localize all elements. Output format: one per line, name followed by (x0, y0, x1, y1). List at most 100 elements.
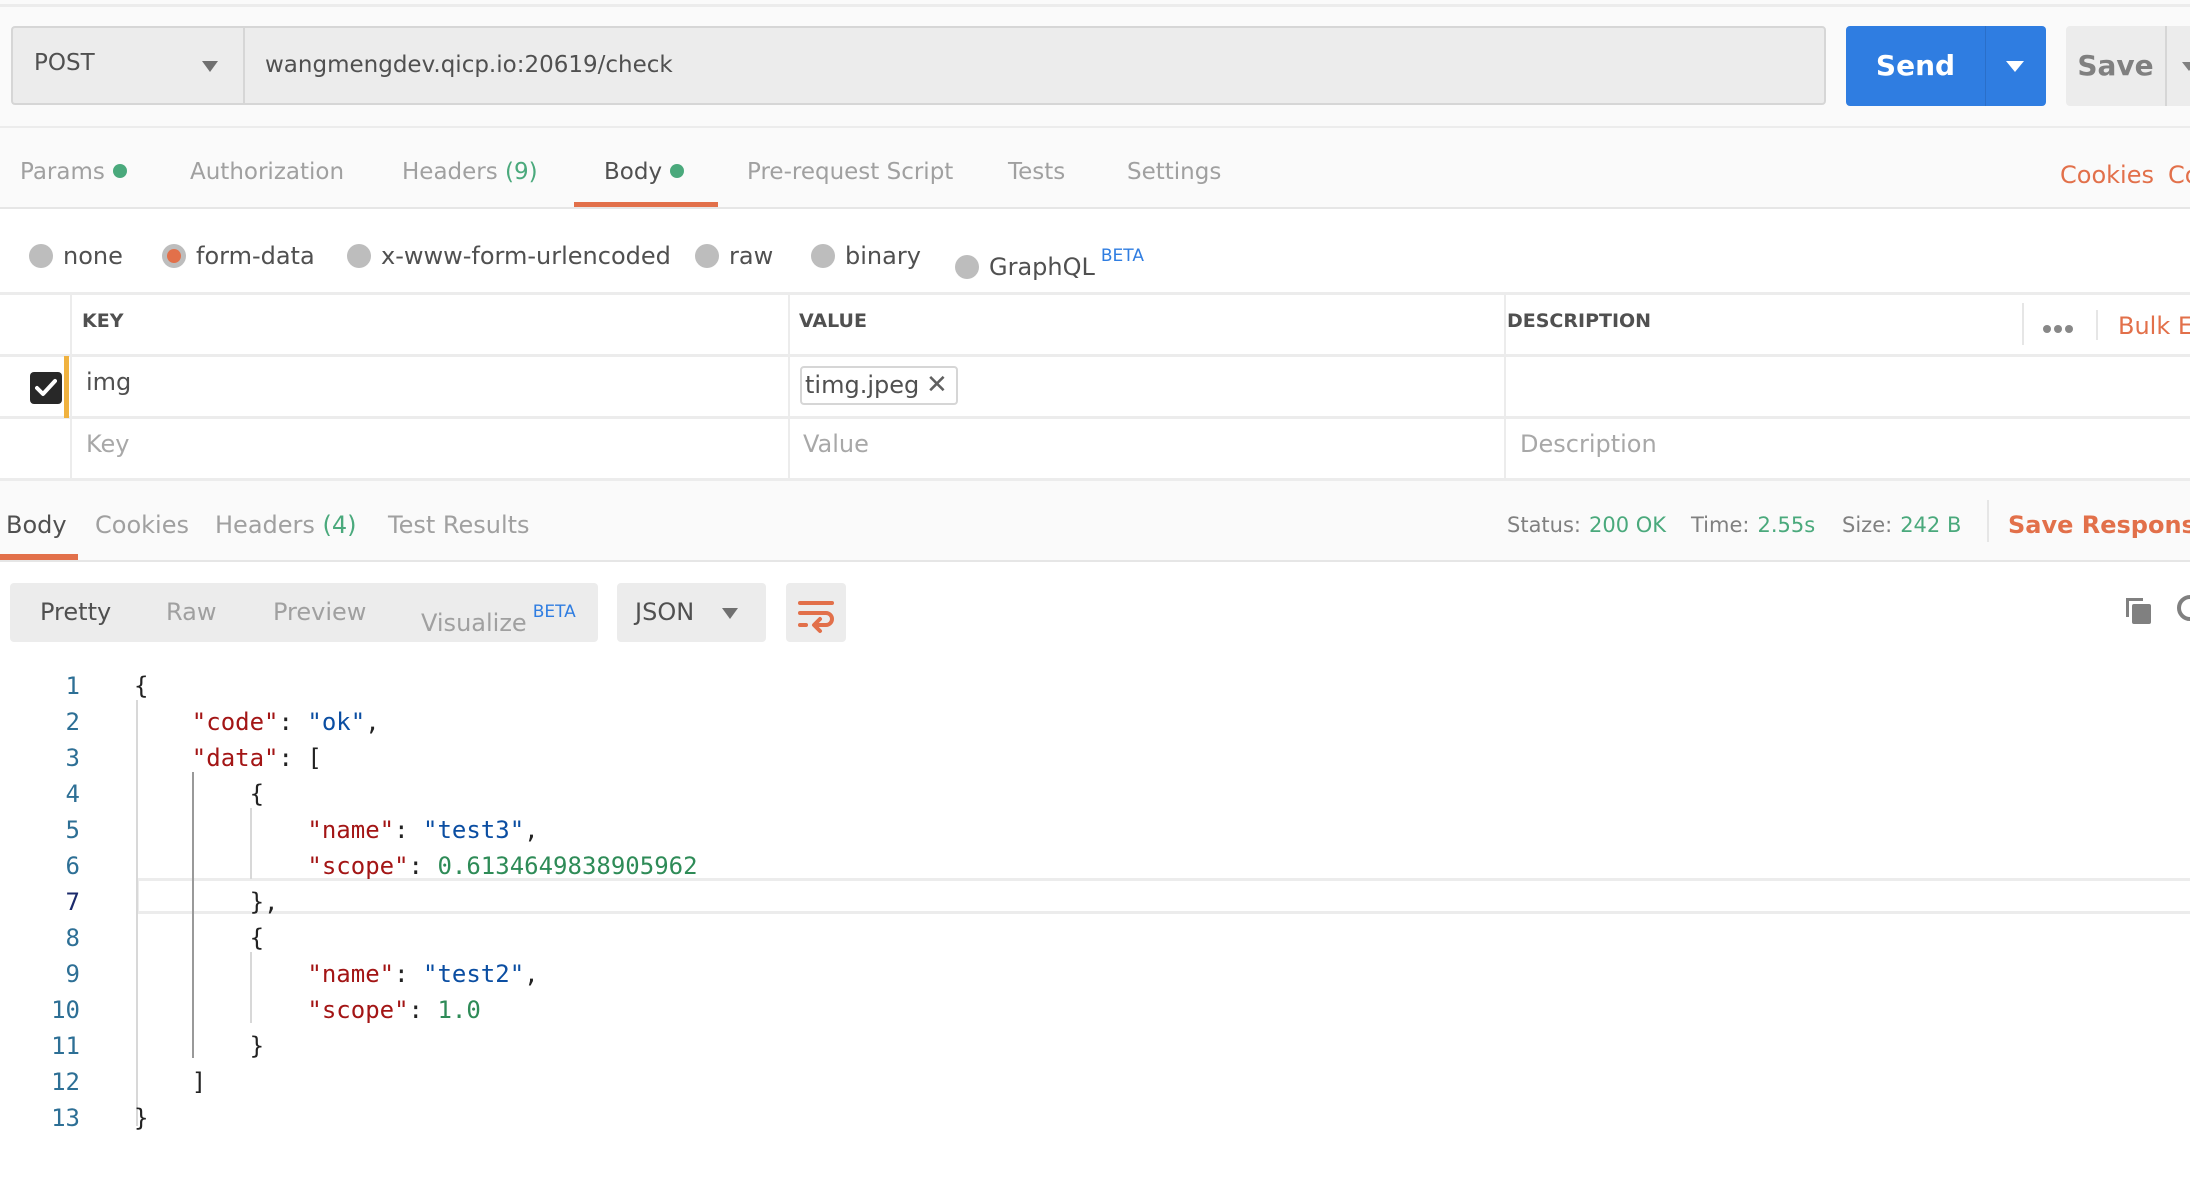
json-key: "code" (191, 708, 279, 736)
radio-label: x-www-form-urlencoded (381, 242, 671, 270)
size-readout: Size: 242 B (1842, 505, 1961, 545)
row-checkbox[interactable] (30, 372, 62, 404)
size-value: 242 B (1900, 513, 1962, 537)
code-line: 7 }, (0, 884, 2190, 920)
row-edit-marker (64, 356, 69, 418)
send-options-chevron-icon[interactable] (2006, 61, 2024, 72)
save-divider (2165, 26, 2167, 106)
json-punctuation: { (134, 672, 149, 700)
table-border (0, 478, 2190, 481)
save-options-chevron-icon[interactable] (2182, 62, 2190, 71)
send-button-group: Send (1846, 26, 2046, 106)
tab-params[interactable]: Params (20, 152, 127, 192)
description-cell[interactable] (1507, 368, 2187, 404)
radio-form-data[interactable]: form-data (162, 236, 315, 276)
code-line: 2 "code": "ok", (0, 704, 2190, 740)
url-input[interactable]: wangmengdev.qicp.io:20619/check (243, 26, 1826, 105)
line-number: 7 (65, 888, 80, 916)
line-number: 1 (65, 672, 80, 700)
checkmark-icon (35, 379, 57, 396)
json-key: "data" (191, 744, 279, 772)
tab-body[interactable]: Body (604, 152, 685, 192)
response-tab-body[interactable]: Body (6, 505, 67, 545)
code-link[interactable]: Code (2168, 155, 2190, 195)
view-pretty[interactable]: Pretty (40, 583, 111, 642)
code-line: 9 "name": "test2", (0, 956, 2190, 992)
radio-circle-icon (695, 244, 719, 268)
json-punctuation: , (524, 816, 539, 844)
description-input[interactable]: Description (1520, 430, 1657, 458)
headers-count: (9) (505, 159, 538, 185)
format-select[interactable]: JSON (617, 583, 766, 642)
code-text: "code": "ok", (134, 704, 380, 740)
json-punctuation: { (249, 924, 265, 952)
search-icon[interactable] (2174, 594, 2190, 630)
radio-x-www-form-urlencoded[interactable]: x-www-form-urlencoded (347, 236, 671, 276)
size-label: Size: (1842, 513, 1893, 537)
line-number: 3 (65, 744, 80, 772)
radio-none[interactable]: none (29, 236, 123, 276)
response-tab-cookies[interactable]: Cookies (95, 505, 189, 545)
json-string: "test3" (423, 816, 525, 844)
radio-selected-icon (162, 244, 186, 268)
beta-badge: BETA (1100, 246, 1144, 266)
response-tab-headers[interactable]: Headers (4) (215, 505, 357, 545)
json-punctuation: } (249, 1032, 265, 1060)
radio-label: GraphQL (989, 253, 1095, 281)
cookies-link[interactable]: Cookies (2060, 155, 2154, 195)
time-value: 2.55s (1757, 513, 1816, 537)
line-number: 13 (51, 1104, 80, 1132)
json-punctuation: , (365, 708, 380, 736)
json-key: "scope" (307, 852, 409, 880)
tab-label: Headers (402, 159, 498, 185)
save-response-button[interactable]: Save Response (2008, 505, 2190, 545)
more-options-icon[interactable] (2043, 318, 2083, 334)
table-col-border (70, 294, 72, 480)
chevron-down-icon (722, 608, 738, 619)
view-visualize[interactable]: Visualize BETA (421, 583, 576, 642)
wrap-lines-button[interactable] (786, 583, 846, 642)
radio-raw[interactable]: raw (695, 236, 773, 276)
tab-label: Tests (1008, 159, 1066, 185)
tab-pre-request-script[interactable]: Pre-request Script (747, 152, 953, 192)
save-button-group: Save (2066, 26, 2190, 106)
radio-label: form-data (196, 242, 315, 270)
code-line: 8 { (0, 920, 2190, 956)
line-number: 12 (51, 1068, 80, 1096)
code-line: 13} (0, 1100, 2190, 1136)
json-string: "test2" (423, 960, 525, 988)
method-select[interactable]: POST (11, 26, 244, 105)
save-button[interactable]: Save (2066, 26, 2165, 106)
send-divider (1985, 26, 1986, 106)
response-tab-test-results[interactable]: Test Results (388, 505, 530, 545)
json-key: "name" (307, 816, 395, 844)
view-raw[interactable]: Raw (166, 583, 216, 642)
key-cell[interactable]: img (86, 368, 131, 396)
remove-file-icon[interactable]: ✕ (926, 368, 948, 403)
radio-graphql[interactable]: GraphQL BETA (955, 236, 1144, 281)
json-punctuation: ] (191, 1068, 207, 1096)
tab-settings[interactable]: Settings (1127, 152, 1221, 192)
table-col-border (1504, 294, 1506, 480)
radio-circle-icon (811, 244, 835, 268)
response-code-view[interactable]: 1{2 "code": "ok", 3 "data": [4 {5 "name":… (0, 662, 2190, 1136)
copy-icon[interactable] (2123, 595, 2153, 629)
code-line: 4 { (0, 776, 2190, 812)
json-punctuation: : (394, 960, 423, 988)
view-preview[interactable]: Preview (273, 583, 366, 642)
json-punctuation: { (249, 780, 265, 808)
send-button[interactable]: Send (1846, 26, 1985, 106)
tab-headers[interactable]: Headers (9) (402, 152, 538, 192)
radio-label: none (63, 242, 123, 270)
status-readout: Status: 200 OK (1507, 505, 1666, 545)
key-input[interactable]: Key (86, 430, 130, 458)
tab-authorization[interactable]: Authorization (190, 152, 344, 192)
line-number: 9 (65, 960, 80, 988)
bulk-edit-link[interactable]: Bulk Edit (2118, 312, 2190, 340)
value-input[interactable]: Value (803, 430, 869, 458)
column-header-key: KEY (82, 310, 124, 332)
radio-binary[interactable]: binary (811, 236, 921, 276)
code-text: "name": "test3", (134, 812, 539, 848)
tab-tests[interactable]: Tests (1008, 152, 1065, 192)
code-text: { (134, 668, 148, 704)
